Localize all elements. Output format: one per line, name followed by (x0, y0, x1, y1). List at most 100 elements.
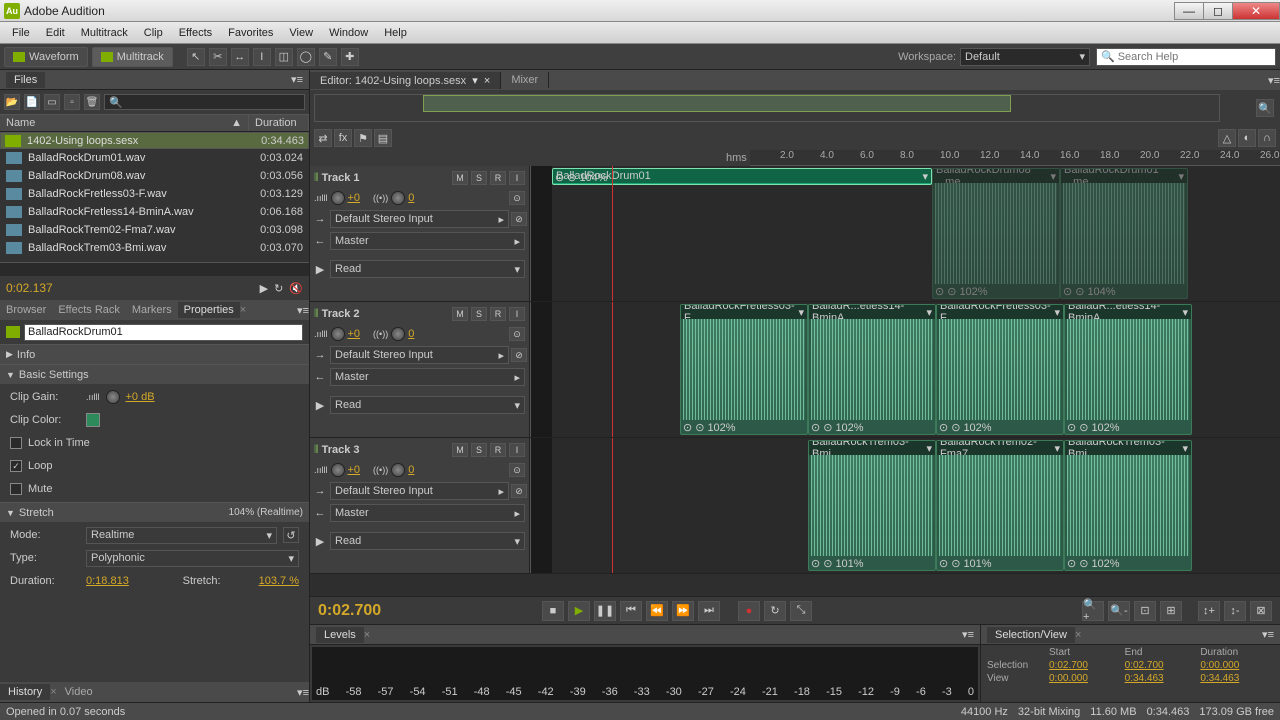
rewind-button[interactable]: ⏪ (646, 601, 668, 621)
volume-value[interactable]: +0 (348, 464, 361, 476)
clip-color-swatch[interactable] (86, 413, 100, 427)
track-name[interactable]: Track 1 (322, 172, 449, 184)
panel-menu-icon[interactable]: ▾≡ (297, 686, 309, 699)
track-handle-icon[interactable]: ⫴ (314, 444, 319, 457)
selview-value[interactable]: 0:34.463 (1200, 673, 1274, 684)
track-name[interactable]: Track 2 (322, 308, 449, 320)
overview-bar[interactable] (314, 94, 1220, 122)
play-button[interactable]: ▶ (568, 601, 590, 621)
chevron-down-icon[interactable]: ▾ (1050, 170, 1056, 183)
audio-clip[interactable]: BalladR...etless14-BminA▾⊙⊙102% (808, 304, 936, 435)
tool-slip[interactable]: ↔ (231, 48, 249, 66)
tool-lasso[interactable]: ◯ (297, 48, 315, 66)
preview-play-icon[interactable]: ▶ (260, 282, 268, 295)
playhead[interactable] (612, 438, 613, 573)
chevron-down-icon[interactable]: ▾ (1178, 170, 1184, 183)
chevron-down-icon[interactable]: ▾ (1054, 306, 1060, 319)
zoom-in-h-icon[interactable]: 🔍+ (1082, 601, 1104, 621)
zoom-icon[interactable]: 🔍 (1256, 99, 1274, 117)
video-tab[interactable]: Video (57, 684, 101, 700)
minimize-button[interactable]: — (1174, 2, 1204, 20)
monitor-button[interactable]: I (509, 171, 525, 185)
selview-tab[interactable]: Selection/View (987, 627, 1075, 643)
tool-time[interactable]: I (253, 48, 271, 66)
new-file-icon[interactable]: 📄 (24, 94, 40, 110)
fx-button[interactable]: ⊙ (509, 191, 525, 205)
track-content[interactable]: BalladRockFretless03-F▾⊙⊙102%BalladR...e… (552, 302, 1280, 437)
pan-value[interactable]: 0 (408, 328, 414, 340)
input-select[interactable]: Default Stereo Input▸ (330, 210, 509, 228)
history-tab[interactable]: History (0, 684, 50, 700)
pan-value[interactable]: 0 (408, 464, 414, 476)
search-help[interactable]: 🔍 (1096, 48, 1276, 66)
clip-gain-knob[interactable] (106, 390, 120, 404)
file-row[interactable]: BalladRockFretless03-F.wav0:03.129 (0, 185, 309, 203)
pan-knob[interactable] (391, 327, 405, 341)
panel-menu-icon[interactable]: ▾≡ (297, 304, 309, 317)
mute-button[interactable]: M (452, 171, 468, 185)
import-icon[interactable]: 📂 (4, 94, 20, 110)
pan-knob[interactable] (391, 463, 405, 477)
proptab-effects-rack[interactable]: Effects Rack (52, 302, 126, 318)
monitor-button[interactable]: I (509, 307, 525, 321)
mute-button[interactable]: M (452, 443, 468, 457)
waveform-button[interactable]: Waveform (4, 47, 88, 67)
solo-button[interactable]: S (471, 171, 487, 185)
file-search[interactable]: 🔍 (104, 94, 305, 110)
loop-checkbox[interactable]: ✓ (10, 460, 22, 472)
edit-tool-4[interactable]: ▤ (374, 129, 392, 147)
close-button[interactable]: ✕ (1232, 2, 1280, 20)
volume-value[interactable]: +0 (348, 328, 361, 340)
track-name[interactable]: Track 3 (322, 444, 449, 456)
chevron-down-icon[interactable]: ▾ (1182, 306, 1188, 319)
solo-button[interactable]: S (471, 443, 487, 457)
playhead[interactable] (612, 302, 613, 437)
editor-tab[interactable]: Editor: 1402-Using loops.sesx ▾ × (310, 72, 501, 89)
audio-clip[interactable]: BalladRockDrum08 ...me▾⊙⊙102% (932, 168, 1060, 299)
arm-button[interactable]: R (490, 307, 506, 321)
menu-window[interactable]: Window (321, 25, 376, 41)
record-button[interactable]: ● (738, 601, 760, 621)
tool-move[interactable]: ↖ (187, 48, 205, 66)
basic-section[interactable]: ▼Basic Settings (0, 364, 309, 384)
selview-value[interactable]: 0:02.700 (1049, 660, 1123, 671)
stretch-section[interactable]: ▼Stretch104% (Realtime) (0, 502, 309, 522)
solo-button[interactable]: S (471, 307, 487, 321)
mode-select[interactable]: Realtime▾ (86, 527, 277, 544)
zoom-reset-icon[interactable]: ⊠ (1250, 601, 1272, 621)
chevron-down-icon[interactable]: ▾ (1182, 442, 1188, 455)
tool-marquee[interactable]: ◫ (275, 48, 293, 66)
trash-icon[interactable]: 🗑 (84, 94, 100, 110)
audio-clip[interactable]: BalladRockTrem03-Bmi▾⊙⊙102% (1064, 440, 1192, 571)
file-row[interactable]: BalladRockDrum01.wav0:03.024 (0, 149, 309, 167)
input-fx-icon[interactable]: ⊘ (511, 212, 527, 226)
levels-tab[interactable]: Levels (316, 627, 364, 643)
chevron-down-icon[interactable]: ▾ (926, 306, 932, 319)
audio-clip[interactable]: BalladRockDrum01▾⊙⊙104% (552, 168, 932, 185)
zoom-fit-icon[interactable]: ⊡ (1134, 601, 1156, 621)
file-scrollbar[interactable] (0, 262, 309, 276)
mixer-tab[interactable]: Mixer (501, 72, 549, 88)
output-select[interactable]: Master▸ (330, 504, 525, 522)
volume-knob[interactable] (331, 327, 345, 341)
output-select[interactable]: Master▸ (330, 232, 525, 250)
duration-value[interactable]: 0:18.813 (86, 575, 129, 587)
close-file-icon[interactable]: ▫ (64, 94, 80, 110)
menu-multitrack[interactable]: Multitrack (73, 25, 136, 41)
menu-view[interactable]: View (281, 25, 321, 41)
audio-clip[interactable]: BalladRockDrum01 ...me▾⊙⊙104% (1060, 168, 1188, 299)
forward-button[interactable]: ⏩ (672, 601, 694, 621)
arm-button[interactable]: R (490, 443, 506, 457)
skip-button[interactable]: ⤡ (790, 601, 812, 621)
search-help-input[interactable] (1118, 51, 1271, 63)
automation-select[interactable]: Read▾ (330, 532, 525, 550)
track-content[interactable]: BalladRockTrem03-Bmi▾⊙⊙101%BalladRockTre… (552, 438, 1280, 573)
menu-edit[interactable]: Edit (38, 25, 73, 41)
edit-tool-3[interactable]: ⚑ (354, 129, 372, 147)
clip-gain-value[interactable]: +0 dB (126, 391, 155, 403)
proptab-browser[interactable]: Browser (0, 302, 52, 318)
volume-knob[interactable] (331, 463, 345, 477)
tool-heal[interactable]: ✚ (341, 48, 359, 66)
menu-effects[interactable]: Effects (171, 25, 220, 41)
multitrack-button[interactable]: Multitrack (92, 47, 173, 67)
